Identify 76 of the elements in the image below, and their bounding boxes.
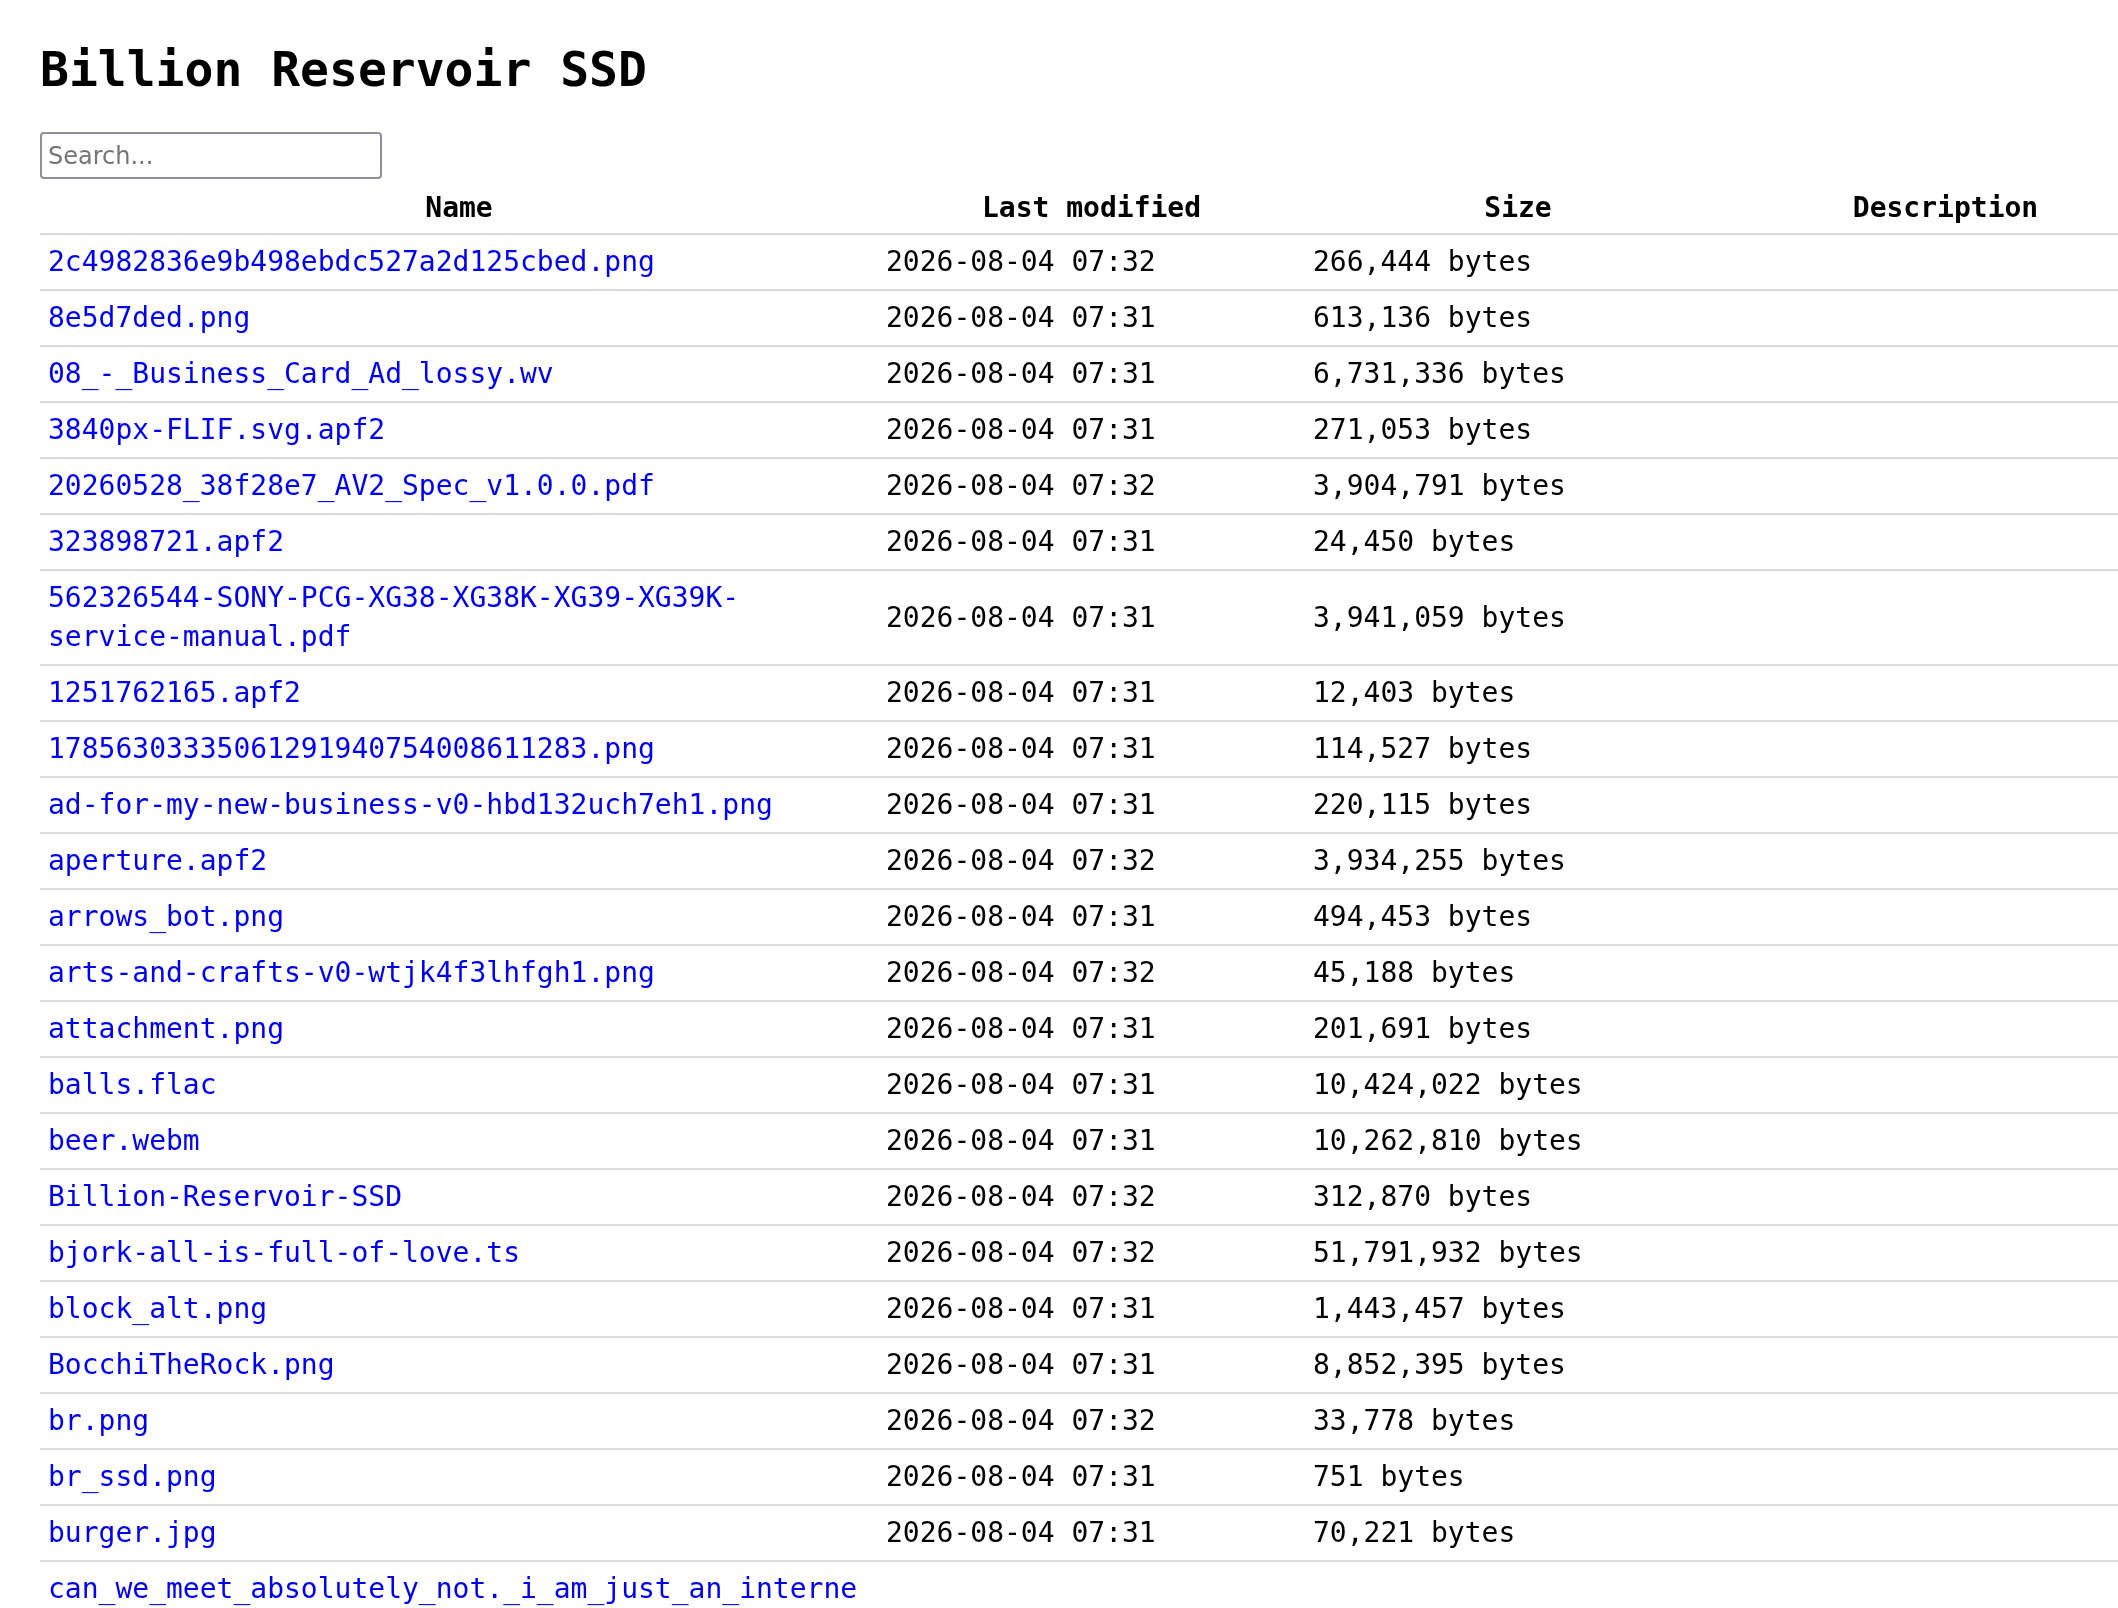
file-link[interactable]: 2c4982836e9b498ebdc527a2d125cbed.png [48, 242, 655, 281]
modified-date: 2026-08-04 07:31 [886, 1012, 1156, 1045]
page-title: Billion Reservoir SSD [40, 40, 647, 98]
modified-date: 2026-08-04 07:32 [886, 469, 1156, 502]
file-link[interactable]: Billion-Reservoir-SSD [48, 1177, 402, 1216]
file-link[interactable]: 20260528_38f28e7_AV2_Spec_v1.0.0.pdf [48, 466, 655, 505]
modified-date: 2026-08-04 07:31 [886, 788, 1156, 821]
file-link[interactable]: attachment.png [48, 1009, 284, 1048]
file-link[interactable]: 562326544-SONY-PCG-XG38-XG38K-XG39-XG39K-service-manual.pdf [48, 578, 870, 656]
file-size: 1,443,457 bytes [1313, 1292, 1566, 1325]
file-link[interactable]: 17856303335061291940754008611283.png [48, 729, 655, 768]
column-header: Last modified [981, 190, 1202, 224]
modified-date: 2026-08-04 07:32 [886, 245, 1156, 278]
file-link[interactable]: bjork-all-is-full-of-love.ts [48, 1233, 520, 1272]
file-size: 6,731,336 bytes [1313, 357, 1566, 390]
file-link[interactable]: arts-and-crafts-v0-wtjk4f3lhfgh1.png [48, 953, 655, 992]
file-size: 70,221 bytes [1313, 1516, 1516, 1549]
modified-date: 2026-08-04 07:31 [886, 413, 1156, 446]
modified-date: 2026-08-04 07:32 [886, 1180, 1156, 1213]
file-link[interactable]: 08_-_Business_Card_Ad_lossy.wv [48, 354, 554, 393]
file-link[interactable]: can_we_meet_absolutely_not._i_am_just_an_interne [48, 1569, 858, 1608]
file-size: 114,527 bytes [1313, 732, 1533, 765]
file-size: 271,053 bytes [1313, 413, 1533, 446]
file-size: 10,262,810 bytes [1313, 1124, 1583, 1157]
file-size: 494,453 bytes [1313, 900, 1533, 933]
file-link[interactable]: arrows_bot.png [48, 897, 284, 936]
file-link[interactable]: balls.flac [48, 1065, 217, 1104]
file-link[interactable]: ad-for-my-new-business-v0-hbd132uch7eh1.png [48, 785, 773, 824]
modified-date: 2026-08-04 07:31 [886, 1068, 1156, 1101]
file-link[interactable]: beer.webm [48, 1121, 200, 1160]
file-size: 751 bytes [1313, 1460, 1465, 1493]
file-link[interactable]: 323898721.apf2 [48, 522, 284, 561]
modified-date: 2026-08-04 07:31 [886, 600, 1156, 634]
file-link[interactable]: 8e5d7ded.png [48, 298, 251, 337]
modified-date: 2026-08-04 07:32 [886, 1404, 1156, 1437]
modified-date: 2026-08-04 07:31 [886, 732, 1156, 765]
file-size: 3,904,791 bytes [1313, 469, 1566, 502]
file-size: 51,791,932 bytes [1313, 1236, 1583, 1269]
file-size: 201,691 bytes [1313, 1012, 1533, 1045]
modified-date: 2026-08-04 07:31 [886, 1124, 1156, 1157]
column-header: Size [1484, 190, 1552, 224]
file-size: 8,852,395 bytes [1313, 1348, 1566, 1381]
file-size: 613,136 bytes [1313, 301, 1533, 334]
file-size: 24,450 bytes [1313, 525, 1516, 558]
file-size: 220,115 bytes [1313, 788, 1533, 821]
file-size: 10,424,022 bytes [1313, 1068, 1583, 1101]
file-link[interactable]: br_ssd.png [48, 1457, 217, 1496]
modified-date: 2026-08-04 07:31 [886, 1460, 1156, 1493]
file-link[interactable]: BocchiTheRock.png [48, 1345, 335, 1384]
search-field[interactable]: Search... [40, 132, 382, 179]
file-link[interactable]: br.png [48, 1401, 150, 1440]
file-size: 3,934,255 bytes [1313, 844, 1566, 877]
file-size: 266,444 bytes [1313, 245, 1533, 278]
modified-date: 2026-08-04 07:31 [886, 1516, 1156, 1549]
modified-date: 2026-08-04 07:31 [886, 357, 1156, 390]
column-header: Name [425, 190, 493, 224]
file-size: 312,870 bytes [1313, 1180, 1533, 1213]
file-link[interactable]: 1251762165.apf2 [48, 673, 301, 712]
file-size: 45,188 bytes [1313, 956, 1516, 989]
file-link[interactable]: block_alt.png [48, 1289, 268, 1328]
file-link[interactable]: aperture.apf2 [48, 841, 268, 880]
modified-date: 2026-08-04 07:32 [886, 1236, 1156, 1269]
modified-date: 2026-08-04 07:31 [886, 676, 1156, 709]
file-size: 3,941,059 bytes [1313, 600, 1566, 634]
file-size: 12,403 bytes [1313, 676, 1516, 709]
file-size: 33,778 bytes [1313, 1404, 1516, 1437]
column-header: Description [1852, 190, 2039, 224]
modified-date: 2026-08-04 07:31 [886, 301, 1156, 334]
modified-date: 2026-08-04 07:32 [886, 844, 1156, 877]
file-link[interactable]: burger.jpg [48, 1513, 217, 1552]
modified-date: 2026-08-04 07:31 [886, 1348, 1156, 1381]
modified-date: 2026-08-04 07:32 [886, 956, 1156, 989]
modified-date: 2026-08-04 07:31 [886, 1292, 1156, 1325]
modified-date: 2026-08-04 07:31 [886, 525, 1156, 558]
modified-date: 2026-08-04 07:31 [886, 900, 1156, 933]
file-link[interactable]: 3840px-FLIF.svg.apf2 [48, 410, 386, 449]
